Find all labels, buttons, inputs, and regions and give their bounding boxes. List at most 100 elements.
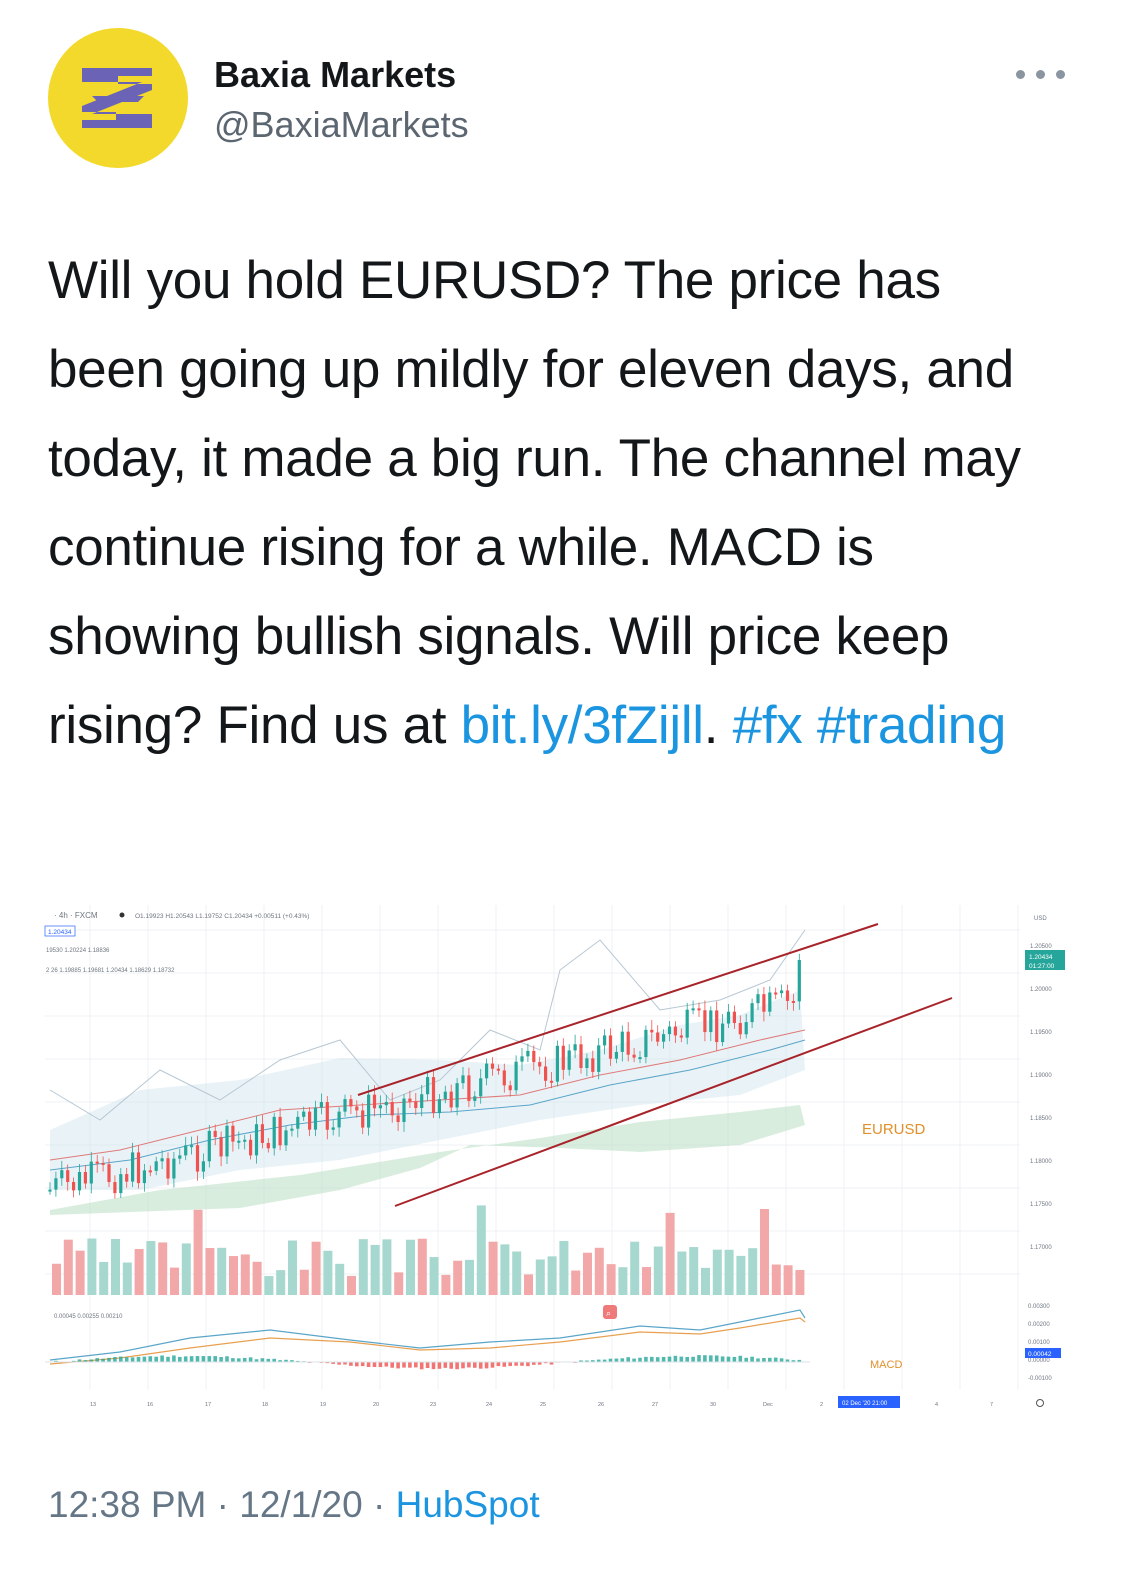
volume-bar	[205, 1248, 215, 1295]
hashtag-fx[interactable]: #fx	[733, 696, 803, 755]
volume-bar	[229, 1256, 238, 1295]
macd-bar	[738, 1355, 743, 1363]
macd-bar	[455, 1362, 459, 1370]
macd-bar	[508, 1362, 512, 1367]
macd-bar	[172, 1355, 176, 1363]
macd-bar	[396, 1362, 400, 1369]
macd-bar	[673, 1355, 678, 1363]
volume-bar	[311, 1241, 321, 1295]
time-tick: 26	[598, 1402, 604, 1408]
time-tick: 16	[147, 1402, 153, 1408]
volume-bar	[583, 1252, 592, 1295]
macd-bar	[160, 1355, 164, 1363]
volume-bar	[736, 1255, 746, 1295]
price-tick: 1.17500	[1030, 1202, 1052, 1208]
volume-bar	[547, 1256, 557, 1295]
price-tick: 1.20000	[1030, 987, 1052, 993]
tweet-time[interactable]: 12:38 PM	[48, 1484, 206, 1525]
time-tick: 13	[90, 1402, 96, 1408]
volume-bar	[63, 1239, 73, 1295]
time-cursor-tag: 02 Dec '20 21:00	[842, 1401, 888, 1407]
volume-bar	[111, 1238, 120, 1295]
time-tick: 20	[373, 1402, 379, 1408]
time-tick: 30	[710, 1402, 716, 1408]
macd-bar	[384, 1362, 389, 1367]
chart-header-line3: 2 26 1.19885 1.19681 1.20434 1.18629 1.1…	[46, 968, 175, 974]
tweet-punct: .	[703, 696, 733, 755]
macd-bar	[378, 1362, 383, 1368]
avatar[interactable]	[48, 28, 188, 168]
volume-bar	[453, 1260, 463, 1295]
tweet-body: Will you hold EURUSD? The price has been…	[48, 251, 1021, 755]
time-tick: 18	[262, 1402, 268, 1408]
volume-bar	[476, 1205, 486, 1295]
macd-bar	[360, 1362, 365, 1367]
volume-bar	[158, 1242, 168, 1295]
macd-tick: 0.00000	[1028, 1358, 1050, 1364]
macd-bar	[496, 1362, 501, 1367]
volume-bar	[712, 1249, 722, 1295]
volume-bar	[760, 1208, 769, 1295]
macd-bar	[520, 1362, 524, 1366]
tweet-chart-image[interactable]: · 4h · FXCM O1.19923 H1.20543 L1.19752 C…	[40, 890, 1085, 1430]
volume-bar	[500, 1244, 510, 1295]
macd-bar	[473, 1362, 477, 1368]
eurusd-label: EURUSD	[862, 1121, 926, 1138]
volume-bar	[276, 1270, 286, 1295]
macd-bar	[437, 1362, 442, 1369]
macd-bar	[419, 1362, 424, 1370]
volume-bar	[524, 1274, 533, 1295]
tweet-text: Will you hold EURUSD? The price has been…	[48, 236, 1068, 770]
volume-bar	[665, 1212, 675, 1295]
volume-bar	[288, 1240, 297, 1295]
macd-tag: 0.00042	[1028, 1351, 1052, 1358]
macd-bar	[502, 1362, 507, 1367]
macd-bar	[467, 1362, 471, 1368]
baxia-logo-icon	[82, 68, 152, 128]
macd-bar	[349, 1362, 353, 1366]
volume-bar	[217, 1247, 227, 1295]
more-options-icon[interactable]	[1012, 58, 1072, 88]
volume-bar	[323, 1250, 333, 1295]
volume-bar	[429, 1257, 439, 1295]
volume-bar	[122, 1262, 132, 1295]
volume-bar	[465, 1259, 474, 1295]
hashtag-trading[interactable]: #trading	[817, 696, 1006, 755]
account-handle[interactable]: @BaxiaMarkets	[214, 104, 469, 146]
time-tick: 23	[430, 1402, 436, 1408]
magnifier-icon[interactable]: ⌕	[606, 1308, 611, 1318]
price-tick: 1.18000	[1030, 1159, 1052, 1165]
volume-bar	[370, 1244, 380, 1295]
tweet-link[interactable]: bit.ly/3fZijll	[461, 696, 704, 755]
macd-bar	[390, 1362, 394, 1368]
macd-bar	[697, 1355, 701, 1363]
volume-bar	[347, 1275, 356, 1295]
volume-bar	[653, 1246, 663, 1295]
macd-bar	[431, 1362, 436, 1370]
volume-bar	[724, 1249, 734, 1295]
account-name[interactable]: Baxia Markets	[214, 54, 456, 96]
volume-bar	[406, 1239, 415, 1295]
macd-bar	[355, 1362, 359, 1367]
price-tick: 1.19000	[1030, 1073, 1052, 1079]
tweet-date[interactable]: 12/1/20	[239, 1484, 362, 1525]
time-tick: 2	[820, 1402, 823, 1408]
volume-bar	[771, 1264, 781, 1295]
volume-bar	[748, 1248, 758, 1295]
macd-bar	[526, 1362, 530, 1367]
volume-bar	[559, 1240, 569, 1295]
macd-bar	[408, 1362, 412, 1368]
price-tick: 1.18500	[1030, 1116, 1052, 1122]
volume-bar	[52, 1263, 61, 1295]
volume-bar	[571, 1270, 581, 1295]
volume-bar	[618, 1267, 628, 1295]
chart-live-dot-icon	[119, 912, 125, 918]
tweet-source[interactable]: HubSpot	[396, 1484, 540, 1525]
volume-bar	[146, 1241, 156, 1295]
macd-bar	[514, 1362, 518, 1366]
volume-bar	[701, 1267, 710, 1295]
tweet-meta: 12:38 PM · 12/1/20 · HubSpot	[48, 1484, 540, 1526]
volume-bar	[240, 1254, 250, 1295]
macd-bar	[703, 1355, 707, 1363]
time-tick: 25	[540, 1402, 546, 1408]
